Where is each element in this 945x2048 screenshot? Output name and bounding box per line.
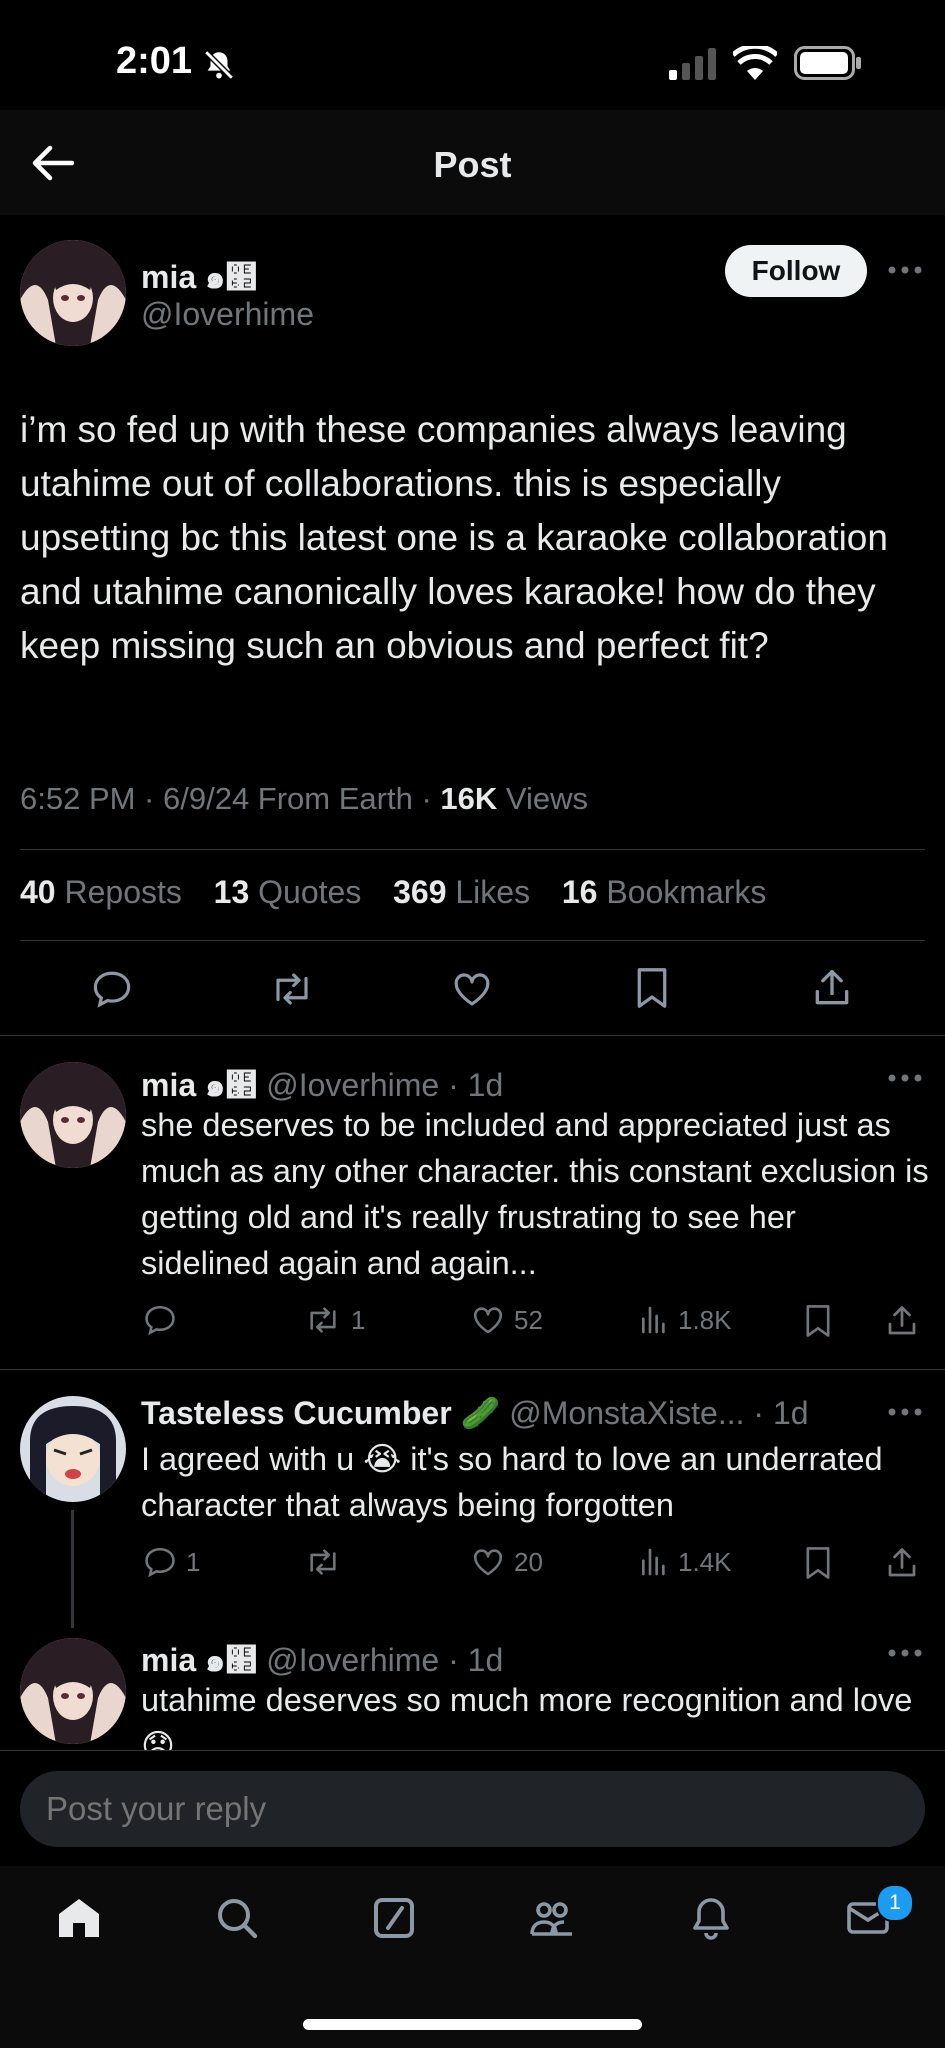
status-time: 2:01 (116, 40, 193, 82)
disappointed-emoji: 😞 (141, 1728, 175, 1750)
views-action[interactable]: 1.4K (638, 1545, 732, 1579)
cucumber-emoji: 🥒 (460, 1395, 501, 1431)
divider (20, 849, 925, 850)
like-count: 52 (514, 1304, 543, 1335)
reply-time: · 1d (448, 1642, 504, 1678)
like-action[interactable]: 20 (470, 1545, 543, 1579)
reply-3-clip: mia ๑๢ @Ioverhime · 1d utahime deserves … (0, 1620, 945, 1750)
bookmark-icon[interactable] (632, 966, 672, 1010)
stat-quotes[interactable]: 13 Quotes (214, 874, 362, 910)
more-options-icon[interactable] (888, 265, 922, 275)
post-stats: 40 Reposts 13 Quotes 369 Likes 16 Bookma… (20, 874, 766, 911)
home-icon[interactable] (55, 1894, 103, 1942)
stat-reposts[interactable]: 40 Reposts (20, 874, 182, 910)
reply-time: · 1d (753, 1395, 809, 1431)
share-icon[interactable] (810, 966, 854, 1010)
reply-header: Tasteless Cucumber 🥒 @MonstaXiste... · 1… (141, 1394, 809, 1432)
search-icon[interactable] (213, 1894, 261, 1942)
views-count: 1.4K (678, 1546, 732, 1577)
views-count: 16K (440, 781, 498, 816)
share-icon[interactable] (884, 1303, 920, 1339)
thread-line (71, 1510, 74, 1628)
views-count: 1.8K (678, 1304, 732, 1335)
signal-icon (669, 48, 719, 80)
notifications-bell-icon[interactable] (687, 1894, 735, 1942)
more-options-icon[interactable] (888, 1407, 922, 1417)
divider (20, 940, 925, 941)
post-timestamp: 6:52 PM · 6/9/24 From Earth · (20, 781, 441, 816)
reply-text: utahime deserves so much more recognitio… (141, 1677, 931, 1750)
reply-author-handle[interactable]: @MonstaXiste... (509, 1395, 744, 1431)
communities-icon[interactable] (528, 1894, 576, 1942)
like-action[interactable]: 52 (470, 1303, 543, 1337)
bookmark-icon[interactable] (802, 1545, 834, 1581)
reply-icon[interactable] (90, 968, 134, 1010)
reply-author-handle[interactable]: @Ioverhime (266, 1642, 439, 1678)
avatar[interactable] (20, 1396, 126, 1502)
reply-author-name[interactable]: mia ๑๢ (141, 1642, 257, 1678)
reply-action[interactable]: 1 (142, 1545, 200, 1579)
reply-text: I agreed with u 😭 it's so hard to love a… (141, 1441, 883, 1523)
page-title: Post (433, 144, 512, 185)
reply-author-name[interactable]: mia ๑๢ (141, 1067, 257, 1103)
views-label: Views (497, 781, 589, 816)
divider (0, 1369, 945, 1370)
more-options-icon[interactable] (888, 1648, 922, 1658)
reply-time: · 1d (448, 1067, 504, 1103)
post-meta: 6:52 PM · 6/9/24 From Earth · 16K Views (20, 781, 588, 817)
repost-action[interactable]: 1 (303, 1303, 365, 1337)
reply-count: 1 (186, 1546, 201, 1577)
repost-count: 1 (351, 1304, 366, 1335)
follow-button[interactable]: Follow (725, 245, 867, 297)
stat-bookmarks[interactable]: 16 Bookmarks (562, 874, 767, 910)
messages-badge: 1 (876, 1884, 914, 1922)
views-action[interactable]: 1.8K (638, 1303, 732, 1337)
header: Post (0, 110, 945, 215)
share-icon[interactable] (884, 1545, 920, 1581)
bell-muted-icon (202, 48, 236, 82)
grok-icon[interactable] (370, 1894, 418, 1942)
home-indicator (303, 2019, 642, 2030)
like-count: 20 (514, 1546, 543, 1577)
divider (0, 1035, 945, 1036)
avatar[interactable] (20, 1638, 126, 1744)
battery-icon (794, 46, 862, 80)
avatar[interactable] (20, 1062, 126, 1168)
more-options-icon[interactable] (888, 1073, 922, 1083)
reply-action[interactable] (142, 1303, 186, 1337)
crying-emoji: 😭 (363, 1441, 402, 1477)
reply-author-name[interactable]: Tasteless Cucumber (141, 1395, 452, 1431)
like-icon[interactable] (450, 968, 494, 1010)
avatar[interactable] (20, 240, 126, 346)
reply-author-handle[interactable]: @Ioverhime (266, 1067, 439, 1103)
stat-likes[interactable]: 369 Likes (393, 874, 530, 910)
author-handle[interactable]: @Ioverhime (141, 296, 314, 333)
wifi-icon (733, 46, 777, 80)
reply-text: she deserves to be included and apprecia… (141, 1107, 929, 1281)
bookmark-icon[interactable] (802, 1303, 834, 1339)
post-text: i’m so fed up with these companies alway… (20, 409, 888, 666)
repost-icon[interactable] (268, 968, 316, 1010)
status-bar: 2:01 (0, 0, 945, 110)
repost-action[interactable] (303, 1545, 351, 1579)
reply-input[interactable] (20, 1771, 925, 1847)
